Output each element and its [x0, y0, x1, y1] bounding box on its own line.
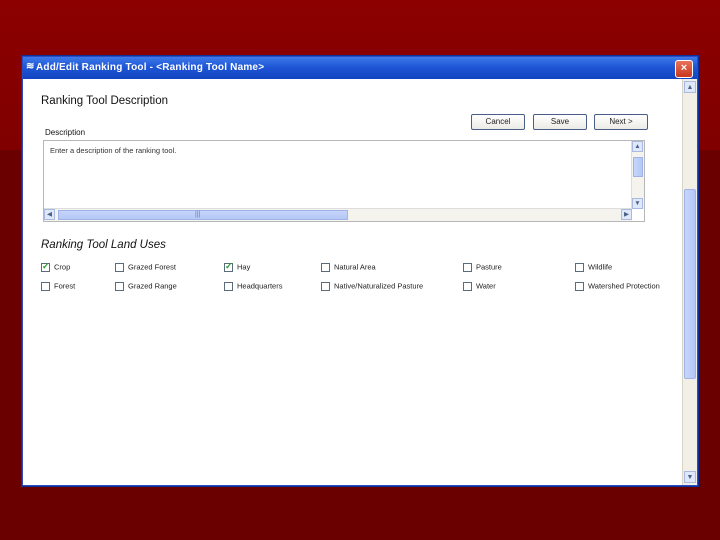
description-textarea[interactable]: Enter a description of the ranking tool.… — [43, 140, 645, 222]
description-heading: Ranking Tool Description — [41, 95, 168, 107]
scroll-right-icon[interactable]: ▶ — [621, 209, 632, 220]
scroll-up-icon[interactable]: ▲ — [684, 81, 696, 93]
description-horizontal-scrollbar[interactable]: ◀ ||| ▶ — [44, 208, 632, 221]
land-use-label: Natural Area — [334, 262, 376, 272]
land-use-label: Crop — [54, 262, 71, 272]
close-icon: × — [680, 62, 688, 74]
land-use-checkbox[interactable]: Water — [463, 280, 496, 292]
land-use-label: Native/Naturalized Pasture — [334, 281, 424, 291]
window-title: Add/Edit Ranking Tool - <Ranking Tool Na… — [36, 62, 265, 73]
checkbox-box[interactable] — [41, 281, 50, 291]
scroll-thumb[interactable] — [684, 189, 696, 379]
scroll-down-icon[interactable]: ▼ — [632, 198, 643, 209]
checkbox-box[interactable] — [224, 281, 233, 291]
land-use-label: Grazed Forest — [128, 262, 176, 272]
checkmark-icon: ✓ — [42, 260, 50, 271]
scroll-thumb[interactable]: ||| — [58, 210, 348, 220]
land-use-checkbox[interactable]: ✓ Crop — [41, 261, 70, 273]
land-use-checkbox[interactable]: ✓ Hay — [224, 261, 250, 273]
checkbox-box[interactable] — [321, 281, 330, 291]
land-use-label: Grazed Range — [128, 281, 177, 291]
dialog-content: Ranking Tool Description Cancel Save Nex… — [23, 79, 679, 485]
checkbox-box[interactable] — [463, 262, 472, 272]
window-vertical-scrollbar[interactable]: ▲ ▼ — [682, 79, 697, 485]
checkbox-box[interactable] — [575, 281, 584, 291]
land-use-checkbox[interactable]: Forest — [41, 280, 75, 292]
checkbox-box[interactable] — [575, 262, 584, 272]
land-use-label: Pasture — [476, 262, 502, 272]
description-label: Description — [45, 128, 86, 137]
land-use-label: Hay — [237, 262, 251, 272]
close-button[interactable]: × — [675, 60, 693, 78]
scroll-left-icon[interactable]: ◀ — [44, 209, 55, 220]
next-button[interactable]: Next > — [594, 114, 648, 130]
checkmark-icon: ✓ — [225, 260, 233, 271]
checkbox-box[interactable] — [115, 281, 124, 291]
land-use-label: Headquarters — [237, 281, 283, 291]
land-use-checkbox[interactable]: Wildlife — [575, 261, 612, 273]
land-use-checkbox[interactable]: Watershed Protection — [575, 280, 660, 292]
dialog-window: ≋ Add/Edit Ranking Tool - <Ranking Tool … — [22, 56, 698, 486]
scroll-up-icon[interactable]: ▲ — [632, 141, 643, 152]
description-vertical-scrollbar[interactable]: ▲ ▼ — [631, 141, 644, 209]
land-use-checkbox[interactable]: Pasture — [463, 261, 502, 273]
cancel-button[interactable]: Cancel — [471, 114, 525, 130]
land-use-checkbox[interactable]: Native/Naturalized Pasture — [321, 280, 423, 292]
description-placeholder: Enter a description of the ranking tool. — [50, 146, 177, 155]
land-use-label: Wildlife — [588, 262, 613, 272]
save-button[interactable]: Save — [533, 114, 587, 130]
land-use-label: Watershed Protection — [588, 281, 660, 291]
land-use-checkbox[interactable]: Grazed Forest — [115, 261, 176, 273]
land-uses-heading: Ranking Tool Land Uses — [41, 239, 166, 251]
land-use-checkbox[interactable]: Grazed Range — [115, 280, 177, 292]
title-bar[interactable]: ≋ Add/Edit Ranking Tool - <Ranking Tool … — [23, 57, 697, 79]
land-use-label: Water — [476, 281, 496, 291]
checkbox-box[interactable]: ✓ — [41, 260, 50, 272]
app-icon: ≋ — [26, 61, 35, 72]
scroll-thumb[interactable] — [633, 157, 643, 177]
scroll-down-icon[interactable]: ▼ — [684, 471, 696, 483]
checkbox-box[interactable]: ✓ — [224, 260, 233, 272]
checkbox-box[interactable] — [115, 262, 124, 272]
checkbox-box[interactable] — [321, 262, 330, 272]
land-use-label: Forest — [54, 281, 76, 291]
land-use-checkbox[interactable]: Headquarters — [224, 280, 282, 292]
checkbox-box[interactable] — [463, 281, 472, 291]
land-use-checkbox[interactable]: Natural Area — [321, 261, 376, 273]
grip-icon: ||| — [195, 211, 201, 218]
